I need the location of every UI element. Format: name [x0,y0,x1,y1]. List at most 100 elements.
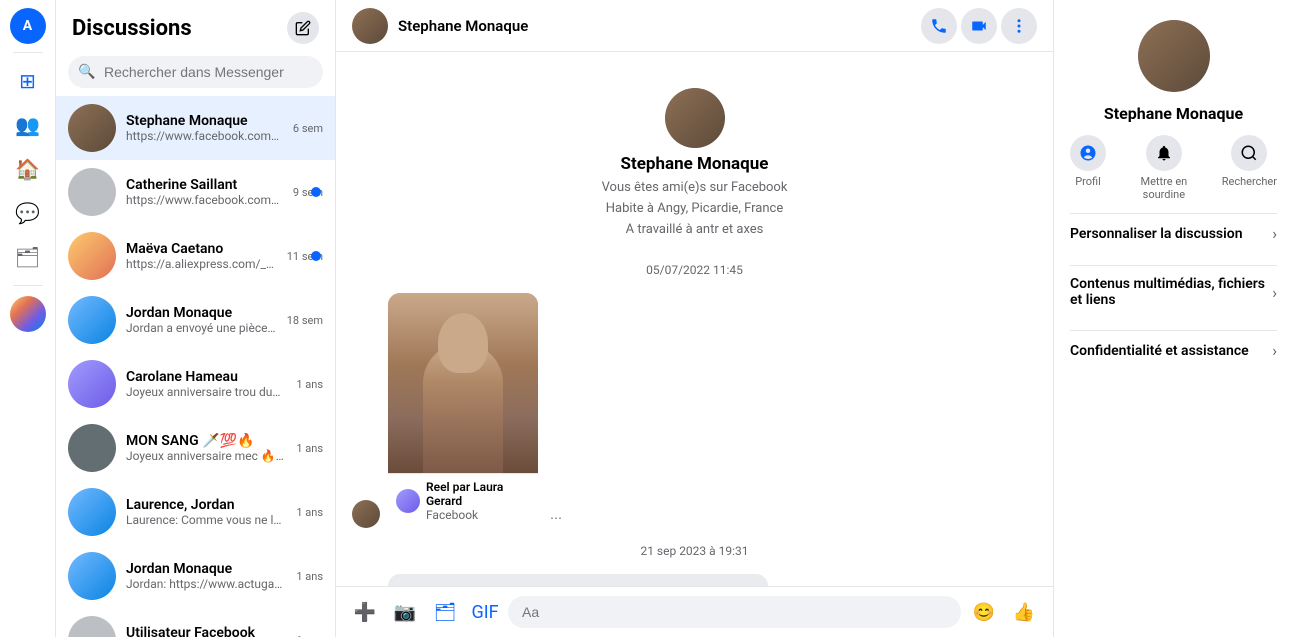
emoji-button[interactable]: 😊 [967,595,1001,629]
privacy-label: Confidentialité et assistance [1070,343,1249,359]
photo-button[interactable]: 📷 [388,595,422,629]
conv-info-5: MON SANG 🗡️💯🔥 Joyeux anniversaire mec 🔥 … [126,433,286,463]
conv-name-5: MON SANG 🗡️💯🔥 [126,433,286,449]
conv-avatar-6 [68,488,116,536]
conv-time-8: 1 ans [296,634,323,637]
conv-avatar-8 [68,616,116,637]
earth-icon[interactable] [8,294,48,334]
conv-item-5[interactable]: MON SANG 🗡️💯🔥 Joyeux anniversaire mec 🔥 … [56,416,335,480]
reel-source-icon [396,489,420,513]
reel-bubble[interactable]: Reel par Laura Gerard Facebook [388,293,538,528]
reel-title: Reel par Laura Gerard [426,480,530,508]
conv-item-7[interactable]: Jordan Monaque Jordan: https://www.actug… [56,544,335,608]
video-call-button[interactable] [961,8,997,44]
search-action[interactable]: Rechercher [1222,135,1277,201]
media-section[interactable]: Contenus multimédias, fichiers et liens … [1070,265,1277,318]
profile-card-friend-status: Vous êtes ami(e)s sur Facebook [602,180,788,195]
conv-item-1[interactable]: Catherine Saillant https://www.facebook.… [56,160,335,224]
sticker-button[interactable]: 🗂 [428,595,462,629]
message-row-link: https://www.facebook.com/marketplace/ite… [352,574,1037,586]
right-panel: Stephane Monaque Profil Mettre en sourdi… [1053,0,1293,637]
profile-card-avatar [665,88,725,148]
search-box: 🔍 [68,56,323,88]
conv-info-2: Maëva Caetano https://a.aliexpress.com/_… [126,241,277,271]
conv-name-3: Jordan Monaque [126,305,277,321]
mute-label: Mettre en sourdine [1122,175,1206,201]
conv-time-5: 1 ans [296,442,323,455]
link-bubble[interactable]: https://www.facebook.com/marketplace/ite… [388,574,768,586]
reel-person-image [388,293,538,473]
conv-avatar-3 [68,296,116,344]
search-icon: 🔍 [78,64,95,80]
messenger-icon[interactable]: 💬 [8,193,48,233]
people-icon[interactable]: 👥 [8,105,48,145]
privacy-section[interactable]: Confidentialité et assistance › [1070,330,1277,370]
date-divider-2: 21 sep 2023 à 19:31 [352,536,1037,566]
conv-preview-1: https://www.facebook.com/... [126,193,283,207]
conv-info-4: Carolane Hameau Joyeux anniversaire trou… [126,369,286,399]
unread-dot-1 [311,187,321,197]
profile-card-name: Stephane Monaque [621,154,769,174]
conv-item-8[interactable]: Utilisateur Facebook Bonjour Alexi, votr… [56,608,335,637]
chat-header-avatar [352,8,388,44]
search-label: Rechercher [1222,175,1277,188]
right-panel-avatar [1138,20,1210,92]
date-divider-1: 05/07/2022 11:45 [352,255,1037,285]
right-panel-name: Stephane Monaque [1104,104,1243,123]
message-status-icon: ⋯ [546,508,566,528]
phone-call-button[interactable] [921,8,957,44]
more-options-button[interactable] [1001,8,1037,44]
conv-item-0[interactable]: Stephane Monaque https://www.facebook.co… [56,96,335,160]
conv-preview-3: Jordan a envoyé une pièce jo... [126,321,277,335]
conv-time-3: 18 sem [287,314,323,327]
profile-icon [1070,135,1106,171]
profile-card-location: Habite à Angy, Picardie, France [606,201,784,216]
conv-name-0: Stephane Monaque [126,113,283,129]
unread-dot-2 [311,251,321,261]
customize-chevron: › [1272,224,1277,243]
like-button[interactable]: 👍 [1007,595,1041,629]
user-avatar-nav[interactable]: A [10,8,46,44]
conv-avatar-5 [68,424,116,472]
compose-icon[interactable] [287,12,319,44]
conv-item-6[interactable]: Laurence, Jordan Laurence: Comme vous ne… [56,480,335,544]
mute-action[interactable]: Mettre en sourdine [1122,135,1206,201]
conv-name-2: Maëva Caetano [126,241,277,257]
customize-label: Personnaliser la discussion [1070,226,1243,242]
conv-item-4[interactable]: Carolane Hameau Joyeux anniversaire trou… [56,352,335,416]
pages-icon[interactable]: 🏠 [8,149,48,189]
conv-avatar-2 [68,232,116,280]
conv-info-7: Jordan Monaque Jordan: https://www.actug… [126,561,286,591]
archive-icon[interactable]: 🗂 [8,237,48,277]
conv-avatar-1 [68,168,116,216]
conv-info-8: Utilisateur Facebook Bonjour Alexi, votr… [126,625,286,637]
conv-time-0: 6 sem [293,122,323,135]
home-icon[interactable]: ⊞ [8,61,48,101]
chat-header-actions [921,8,1037,44]
profile-action[interactable]: Profil [1070,135,1106,201]
plus-button[interactable]: ➕ [348,595,382,629]
privacy-chevron: › [1272,341,1277,360]
conv-time-6: 1 ans [296,506,323,519]
message-input[interactable] [508,596,961,628]
conv-avatar-0 [68,104,116,152]
sidebar: Discussions 🔍 Stephane Monaque https://w… [56,0,336,637]
sidebar-header: Discussions [56,0,335,52]
profile-card-work: A travaillé à antr et axes [626,222,764,237]
gif-button[interactable]: GIF [468,595,502,629]
conv-name-7: Jordan Monaque [126,561,286,577]
conv-info-6: Laurence, Jordan Laurence: Comme vous ne… [126,497,286,527]
customize-section[interactable]: Personnaliser la discussion › [1070,213,1277,253]
conv-info-1: Catherine Saillant https://www.facebook.… [126,177,283,207]
conv-item-2[interactable]: Maëva Caetano https://a.aliexpress.com/_… [56,224,335,288]
conv-item-3[interactable]: Jordan Monaque Jordan a envoyé une pièce… [56,288,335,352]
search-input[interactable] [68,56,323,88]
profile-card: Stephane Monaque Vous êtes ami(e)s sur F… [352,68,1037,247]
conv-time-4: 1 ans [296,378,323,391]
profile-label: Profil [1075,175,1101,188]
conv-preview-7: Jordan: https://www.actugamin... [126,577,286,591]
conv-name-8: Utilisateur Facebook [126,625,286,637]
media-label: Contenus multimédias, fichiers et liens [1070,276,1272,308]
conv-name-6: Laurence, Jordan [126,497,286,513]
chat-input-area: ➕ 📷 🗂 GIF 😊 👍 [336,586,1053,637]
